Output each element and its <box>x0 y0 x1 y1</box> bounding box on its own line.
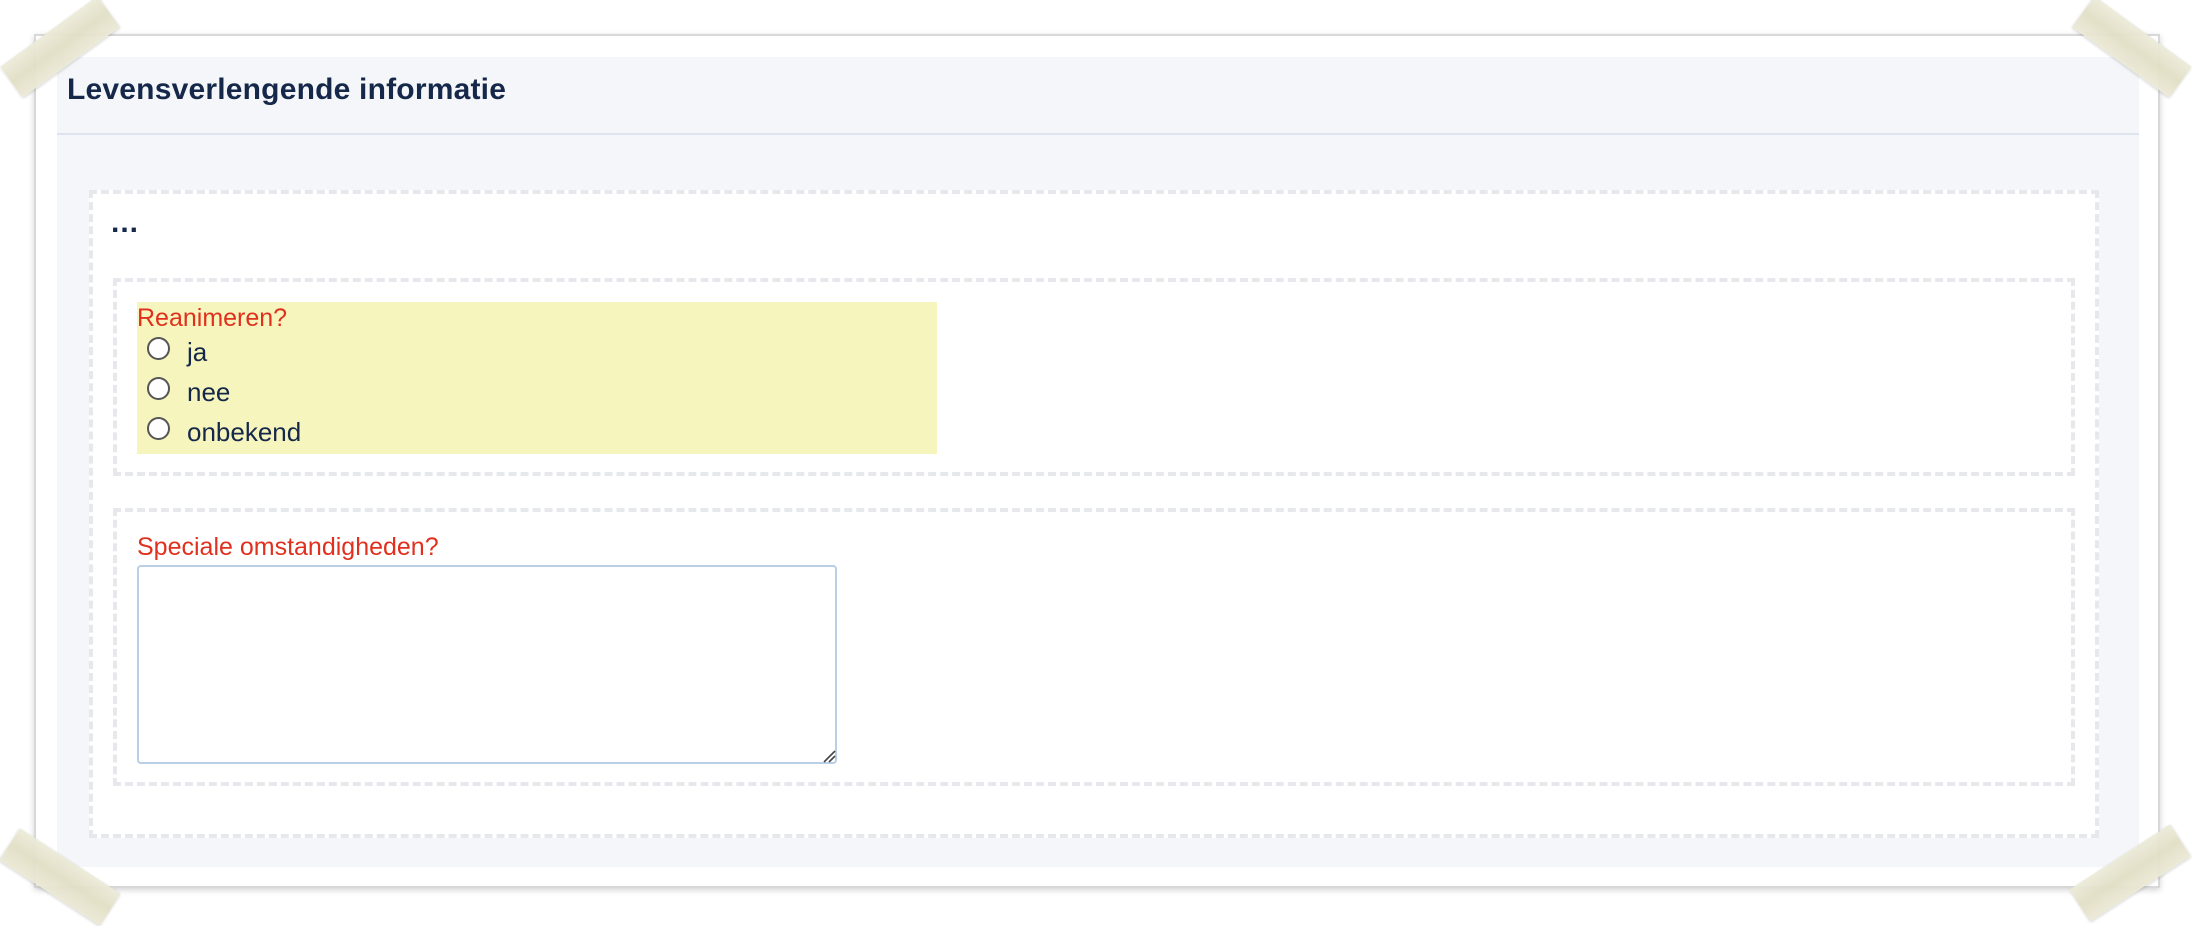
question-special-circumstances: Speciale omstandigheden? <box>113 508 2075 786</box>
panel-title: Levensverlengende informatie <box>67 73 507 106</box>
question-resuscitate: Reanimeren? ja nee onbekend <box>113 278 2075 476</box>
radio-ja-label: ja <box>187 337 208 367</box>
radio-option-nee[interactable]: nee <box>147 372 230 412</box>
section-ellipsis: ... <box>111 206 140 239</box>
radio-nee-label: nee <box>187 377 231 407</box>
paper-card: Levensverlengende informatie ... Reanime… <box>34 34 2160 888</box>
radio-nee[interactable] <box>147 376 170 400</box>
radio-onbekend[interactable] <box>147 416 170 440</box>
radio-onbekend-label: onbekend <box>187 417 302 447</box>
resize-grip-icon[interactable] <box>822 749 836 763</box>
special-circumstances-textarea[interactable] <box>137 565 837 764</box>
form-section: ... Reanimeren? ja nee onbekend Speciale… <box>89 190 2099 838</box>
form-panel: Levensverlengende informatie ... Reanime… <box>57 57 2139 867</box>
resuscitate-highlight: Reanimeren? ja nee onbekend <box>137 302 937 454</box>
panel-header: Levensverlengende informatie <box>57 57 2139 135</box>
resuscitate-label: Reanimeren? <box>137 304 288 332</box>
special-circumstances-label: Speciale omstandigheden? <box>137 533 439 561</box>
radio-option-onbekend[interactable]: onbekend <box>147 412 301 452</box>
radio-option-ja[interactable]: ja <box>147 332 207 372</box>
radio-ja[interactable] <box>147 336 170 360</box>
